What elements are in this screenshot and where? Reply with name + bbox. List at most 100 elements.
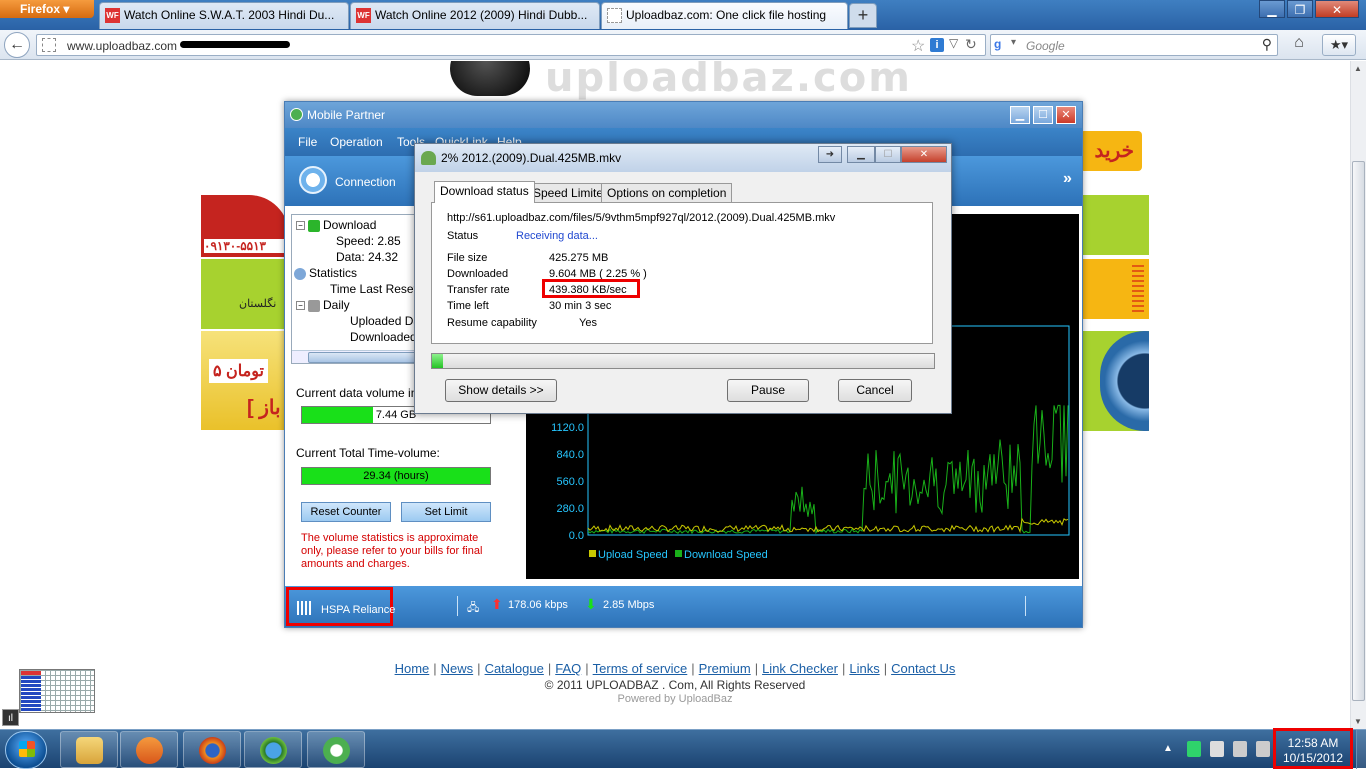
- show-desktop-button[interactable]: [1356, 730, 1366, 769]
- tree-node-time-last-reset[interactable]: Time Last Reset:: [330, 282, 420, 296]
- restore-icon[interactable]: ❐: [1287, 0, 1313, 18]
- site-logo[interactable]: uploadbaz.com: [450, 61, 910, 101]
- transfer-rate-highlight: [542, 279, 640, 298]
- footer-link-home[interactable]: Home: [395, 661, 430, 676]
- footer-link-faq[interactable]: FAQ: [555, 661, 581, 676]
- collapse-icon[interactable]: −: [296, 221, 305, 231]
- clock[interactable]: 12:58 AM 10/15/2012: [1273, 728, 1353, 769]
- back-button[interactable]: ←: [4, 32, 30, 58]
- status-label: Status: [447, 230, 479, 242]
- page-scrollbar[interactable]: ▲ ▼: [1350, 61, 1366, 729]
- show-details-button[interactable]: Show details >>: [445, 379, 557, 402]
- tab-uploadbaz[interactable]: Uploadbaz.com: One click file hosting: [601, 2, 848, 29]
- tree-node-uploaded[interactable]: Uploaded Dat: [350, 314, 423, 328]
- pause-button[interactable]: Pause: [727, 379, 809, 402]
- time-left-label: Time left: [447, 300, 489, 312]
- reload-icon[interactable]: ↻: [965, 36, 977, 53]
- tree-node-daily[interactable]: − Daily: [296, 298, 350, 312]
- volume-disclaimer: The volume statistics is approximate onl…: [301, 532, 483, 570]
- menu-file[interactable]: File: [298, 135, 317, 149]
- taskbar-mobile-partner[interactable]: [307, 731, 365, 768]
- tab-2012[interactable]: WF Watch Online 2012 (2009) Hindi Dubb..…: [350, 2, 600, 29]
- clock-time: 12:58 AM: [1287, 736, 1339, 750]
- footer-link-links[interactable]: Links: [849, 661, 879, 676]
- blank-favicon-icon: [607, 8, 622, 23]
- network-icon[interactable]: [1233, 741, 1247, 757]
- firefox-menu-button[interactable]: Firefox ▾: [0, 0, 94, 18]
- close-icon[interactable]: ✕: [1056, 106, 1076, 124]
- start-button[interactable]: [5, 731, 47, 769]
- download-dialog-titlebar[interactable]: 2% 2012.(2009).Dual.425MB.mkv ➜ ▁ ☐ ✕: [415, 144, 951, 172]
- minimize-icon[interactable]: ▁: [1259, 0, 1285, 18]
- tree-node-speed[interactable]: Speed: 2.85: [336, 234, 401, 248]
- toolbar-more-icon[interactable]: »: [1063, 170, 1072, 188]
- tab-download-status[interactable]: Download status: [434, 181, 535, 203]
- usb-device-icon[interactable]: [1210, 741, 1224, 757]
- footer-link-terms[interactable]: Terms of service: [593, 661, 688, 676]
- reset-counter-button[interactable]: Reset Counter: [301, 502, 391, 522]
- taskbar-media-player[interactable]: [120, 731, 178, 768]
- footer-link-premium[interactable]: Premium: [699, 661, 751, 676]
- show-hidden-icons[interactable]: ▲: [1163, 743, 1173, 754]
- footer-links: Home | News | Catalogue | FAQ | Terms of service…: [394, 661, 956, 676]
- close-icon[interactable]: ✕: [901, 146, 947, 163]
- ad-green-panel: [1080, 195, 1149, 255]
- connection-icon[interactable]: [299, 166, 327, 194]
- taskbar-download-manager[interactable]: [244, 731, 302, 768]
- send-to-tray-icon[interactable]: ➜: [818, 146, 842, 163]
- footer-link-contact[interactable]: Contact Us: [891, 661, 955, 676]
- scroll-up-icon[interactable]: ▲: [1354, 64, 1362, 73]
- search-engine-dropdown-icon[interactable]: ▾: [1011, 37, 1016, 48]
- new-tab-button[interactable]: +: [849, 3, 877, 28]
- mobile-partner-titlebar[interactable]: Mobile Partner ▁ ☐ ✕: [285, 102, 1082, 128]
- footer-link-catalogue[interactable]: Catalogue: [485, 661, 544, 676]
- url-bar[interactable]: www.uploadbaz.com ☆ i ▽ ↻: [36, 34, 986, 56]
- footer-link-news[interactable]: News: [441, 661, 474, 676]
- browser-titlebar: Firefox ▾ WF Watch Online S.W.A.T. 2003 …: [0, 0, 1366, 30]
- banner-ad-right[interactable]: خرید: [1080, 131, 1149, 431]
- collapse-icon[interactable]: −: [296, 301, 305, 311]
- info-icon[interactable]: i: [930, 38, 944, 52]
- status-value: Receiving data...: [516, 230, 598, 242]
- set-limit-button[interactable]: Set Limit: [401, 502, 491, 522]
- upload-arrow-icon: ⬆: [491, 596, 503, 612]
- back-arrow-icon: ←: [9, 36, 25, 53]
- footer-link-link-checker[interactable]: Link Checker: [762, 661, 838, 676]
- site-identity-icon[interactable]: [42, 38, 56, 52]
- search-bar[interactable]: g ▾ Google ⚲: [990, 34, 1278, 56]
- current-time-meter: 29.34 (hours): [301, 467, 491, 485]
- taskbar-firefox[interactable]: [183, 731, 241, 768]
- scroll-down-icon[interactable]: ▼: [1354, 717, 1362, 726]
- cancel-button[interactable]: Cancel: [838, 379, 912, 402]
- google-icon[interactable]: g: [994, 37, 1010, 53]
- minimize-icon[interactable]: ▁: [1010, 106, 1030, 124]
- close-icon[interactable]: ✕: [1315, 0, 1359, 18]
- taskbar-explorer[interactable]: [60, 731, 118, 768]
- menu-operation[interactable]: Operation: [330, 135, 383, 149]
- tree-node-download[interactable]: − Download: [296, 218, 376, 232]
- bookmarks-button[interactable]: ★▾: [1322, 34, 1356, 56]
- time-left-value: 30 min 3 sec: [549, 300, 612, 312]
- meter-gadget-icon[interactable]: ıl: [2, 709, 19, 726]
- tree-node-downloaded[interactable]: Downloaded: [350, 330, 417, 344]
- banner-ad-left[interactable]: ۰۹۱۳۰-۵۵۱۳ نگلستان ۵ تومان [ باز: [201, 195, 289, 430]
- bookmark-star-icon[interactable]: ☆: [911, 36, 925, 56]
- tree-label: Data: 24.32: [336, 250, 399, 264]
- history-dropdown-icon[interactable]: ▽: [949, 36, 958, 50]
- tab-title: Uploadbaz.com: One click file hosting: [626, 8, 827, 22]
- tab-options-on-completion[interactable]: Options on completion: [601, 183, 733, 202]
- search-icon[interactable]: ⚲: [1262, 36, 1272, 53]
- security-shield-icon[interactable]: [1187, 741, 1201, 757]
- tab-swat[interactable]: WF Watch Online S.W.A.T. 2003 Hindi Du..…: [99, 2, 349, 29]
- y-tick-label: 840.0: [556, 449, 584, 461]
- tree-node-statistics[interactable]: Statistics: [294, 266, 357, 280]
- minimize-icon[interactable]: ▁: [847, 146, 875, 163]
- tree-node-data[interactable]: Data: 24.32: [336, 250, 398, 264]
- volume-icon[interactable]: [1256, 741, 1270, 757]
- connection-label[interactable]: Connection: [335, 175, 396, 189]
- home-icon[interactable]: ⌂: [1287, 34, 1311, 56]
- url-text: www.uploadbaz.com: [67, 39, 178, 53]
- scroll-thumb[interactable]: [1352, 161, 1365, 701]
- download-speed-value: 2.85 Mbps: [603, 599, 655, 611]
- maximize-icon[interactable]: ☐: [1033, 106, 1053, 124]
